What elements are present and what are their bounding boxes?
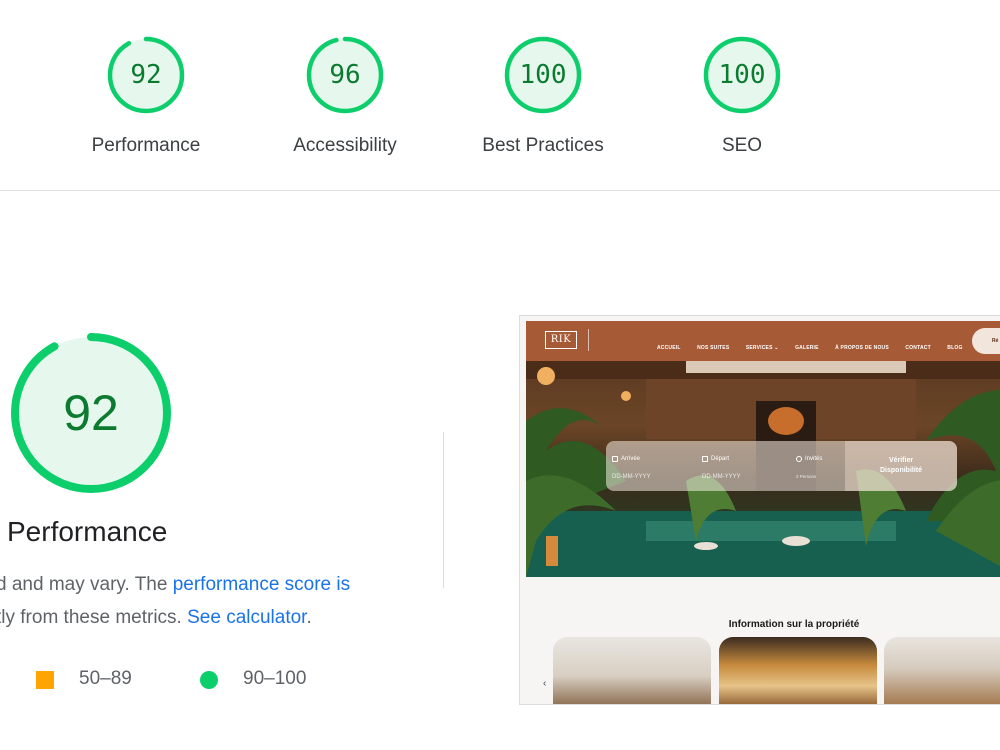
check-availability-button: Vérifier Disponibilité (845, 441, 957, 491)
calendar-icon (702, 455, 708, 462)
gauge-ring: 96 (305, 35, 385, 115)
vertical-divider (443, 432, 444, 588)
calendar-icon (612, 455, 618, 462)
performance-title: Performance (7, 516, 168, 547)
departure-label: Départ (711, 455, 730, 462)
site-nav-links: ACCUEIL NOS SUITES SERVICES ⌄ GALERIE À … (657, 336, 975, 354)
nav-a-propos: À PROPOS DE NOUS (835, 345, 889, 351)
description-text: d and may vary. The (0, 574, 173, 595)
gauge-label: SEO (721, 135, 763, 156)
performance-description-line2: tly from these metrics. See calculator. (0, 607, 312, 629)
nav-galerie: GALERIE (795, 345, 819, 351)
section-divider (0, 190, 1000, 191)
gauge-ring: 100 (503, 35, 583, 115)
category-summary: 92 Performance 96 Accessibility 100 Best… (0, 0, 1000, 191)
performance-description-line1: d and may vary. The performance score is (0, 574, 350, 596)
gauge-score: 96 (329, 60, 361, 90)
average-square-icon (36, 671, 54, 689)
guests-field: Invités 2 Persons (796, 450, 822, 479)
gauge-score: 100 (519, 60, 567, 90)
nav-accueil: ACCUEIL (657, 345, 681, 351)
room-thumbnail (884, 637, 1000, 704)
room-thumbnail (719, 637, 877, 704)
arrival-value: DD-MM-YYYY (612, 474, 651, 480)
property-section-title: Information sur la propriété (728, 619, 860, 630)
gauge-label: Accessibility (293, 135, 397, 156)
gauge-score: 100 (718, 60, 766, 90)
description-text: tly from these metrics. (0, 607, 188, 628)
departure-field: Départ DD-MM-YYYY (702, 450, 741, 480)
site-hero-image: Arrivée DD-MM-YYYY Départ DD-MM-YYYY Inv… (526, 361, 1000, 577)
see-calculator-link[interactable]: See calculator (187, 607, 306, 628)
departure-value: DD-MM-YYYY (702, 474, 741, 480)
site-reserve-button: Ré (972, 328, 1000, 354)
nav-blog: BLOG (947, 345, 963, 351)
gauge-ring: 92 (106, 35, 186, 115)
logo-separator (588, 329, 589, 351)
performance-score-link[interactable]: performance score is (173, 574, 350, 595)
legend-pass-range: 90–100 (243, 668, 307, 689)
gauge-best-practices[interactable]: 100 Best Practices (468, 35, 618, 157)
arrival-label: Arrivée (621, 455, 641, 462)
gauge-label: Performance (91, 135, 201, 156)
performance-score: 92 (63, 385, 119, 441)
gauge-score: 92 (130, 60, 162, 90)
legend-average-range: 50–89 (79, 668, 132, 689)
gauge-accessibility[interactable]: 96 Accessibility (270, 35, 420, 157)
guests-value: 2 Persons (796, 474, 817, 479)
submit-line1: Vérifier (888, 457, 914, 464)
guests-label: Invités (805, 455, 823, 462)
gauge-label: Best Practices (482, 135, 604, 156)
user-icon (796, 455, 802, 462)
performance-gauge: 92 (10, 332, 172, 494)
chevron-left-icon: ‹ (543, 678, 547, 689)
nav-contact: CONTACT (905, 345, 931, 351)
site-logo: RIK (545, 331, 577, 349)
pass-circle-icon (200, 671, 218, 689)
site-navbar: RIK ACCUEIL NOS SUITES SERVICES ⌄ GALERI… (526, 321, 1000, 361)
gauge-seo[interactable]: 100 SEO (667, 35, 817, 157)
gauge-performance[interactable]: 92 Performance (71, 35, 221, 157)
nav-nos-suites: NOS SUITES (697, 345, 730, 351)
gauge-ring: 100 (702, 35, 782, 115)
submit-line2: Disponibilité (880, 467, 922, 474)
booking-bar: Arrivée DD-MM-YYYY Départ DD-MM-YYYY Inv… (606, 441, 957, 491)
final-screenshot[interactable]: RIK ACCUEIL NOS SUITES SERVICES ⌄ GALERI… (519, 315, 1000, 705)
arrival-field: Arrivée DD-MM-YYYY (612, 450, 651, 480)
description-text: . (306, 607, 312, 628)
room-thumbnail (553, 637, 711, 704)
nav-services: SERVICES ⌄ (745, 345, 779, 351)
